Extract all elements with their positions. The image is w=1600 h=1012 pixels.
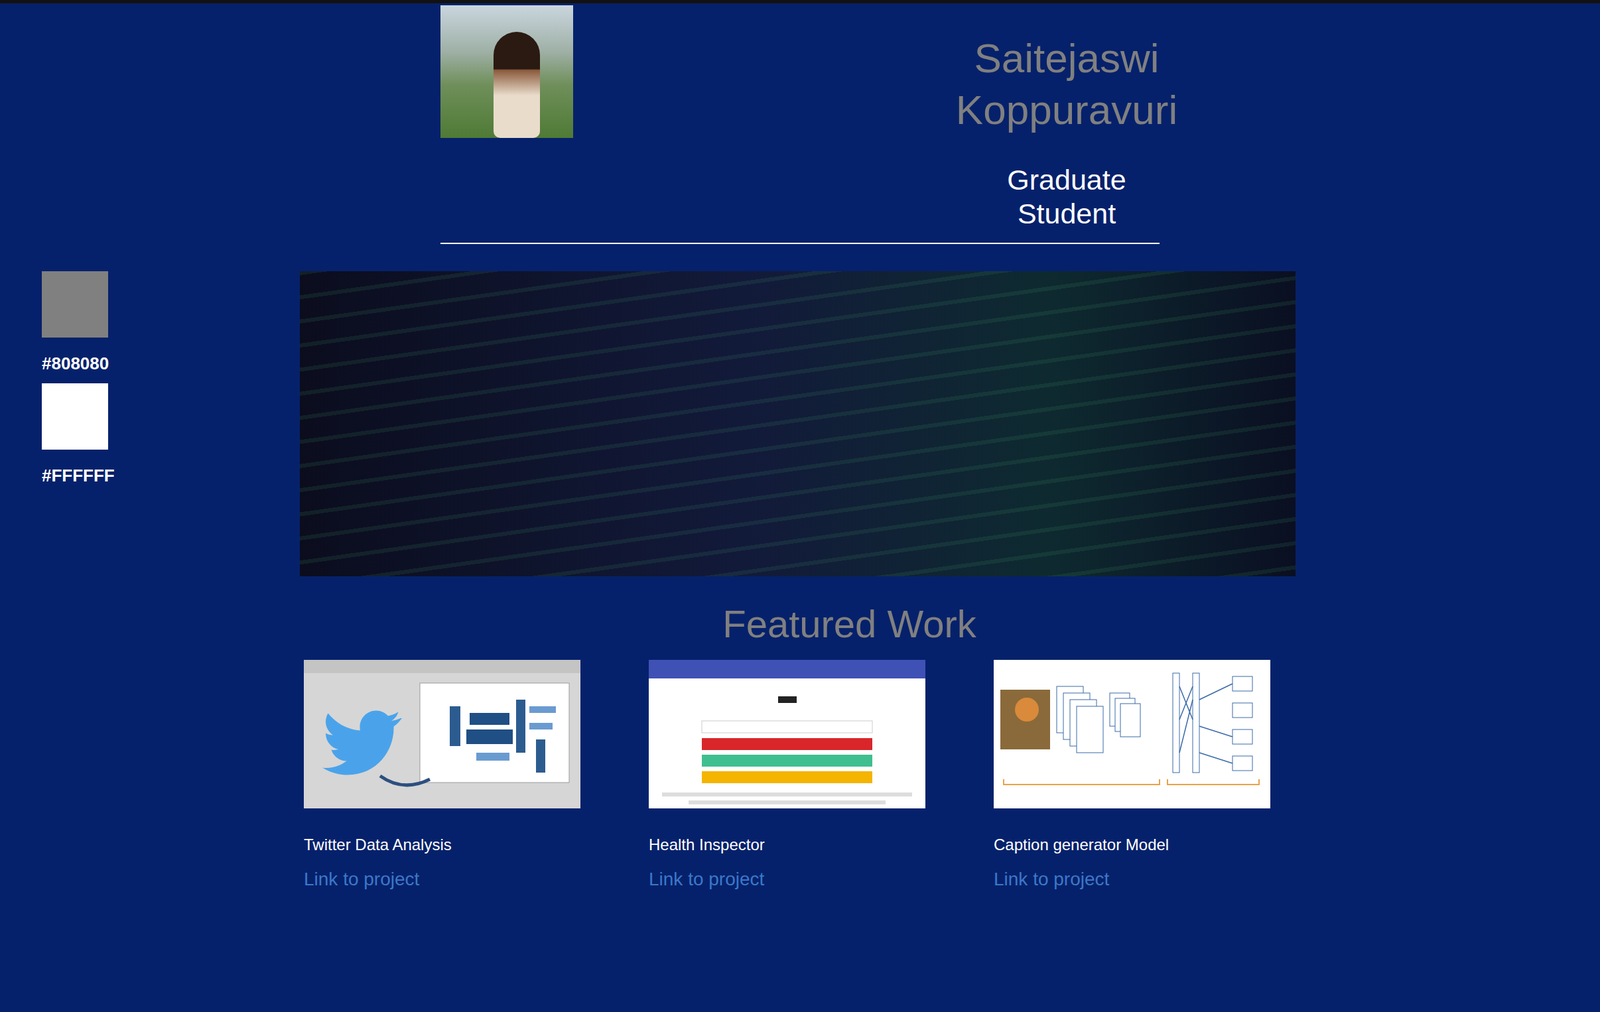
profile-name: Saitejaswi Koppuravuri (927, 32, 1206, 136)
photo-figure (493, 31, 540, 138)
project-card: Twitter Data Analysis Link to project (303, 660, 581, 891)
profile-header: Saitejaswi KoppuravuriGraduate Student (440, 3, 1160, 231)
project-title: Health Inspector (648, 833, 926, 858)
project-link[interactable]: Link to project (993, 868, 1110, 891)
code-banner-image (299, 271, 1296, 577)
color-swatches: #808080 #FFFFFF (41, 271, 175, 496)
header-divider (440, 242, 1160, 245)
project-thumbnail[interactable] (303, 660, 581, 809)
main-row: #808080 #FFFFFF (0, 271, 1600, 577)
project-link[interactable]: Link to project (648, 868, 765, 891)
project-card: Health Inspector Link to project (648, 660, 926, 891)
name-block: Saitejaswi Koppuravuri Graduate Student (927, 5, 1206, 231)
project-title: Caption generator Model (993, 833, 1271, 858)
project-thumbnail[interactable] (648, 660, 926, 809)
project-list: Twitter Data AnalysisLink to projectHeal… (303, 660, 1271, 891)
profile-photo (440, 5, 574, 138)
project-link[interactable]: Link to project (303, 868, 420, 891)
swatch-label: #FFFFFF (41, 465, 175, 486)
thumbnail-image (303, 660, 581, 809)
project-title: Twitter Data Analysis (303, 833, 581, 858)
featured-section: Featured Work Twitter Data Analysis Link t… (303, 602, 1271, 891)
thumbnail-image (993, 660, 1271, 809)
swatch-label: #808080 (41, 353, 175, 374)
project-card: Caption generator Model Link to project (993, 660, 1271, 891)
thumbnail-image (648, 660, 926, 809)
project-thumbnail[interactable] (993, 660, 1271, 809)
profile-role: Graduate Student (980, 163, 1153, 231)
swatch-box (41, 271, 109, 338)
featured-title: Featured Work (303, 602, 1271, 647)
swatch-box (41, 383, 109, 450)
